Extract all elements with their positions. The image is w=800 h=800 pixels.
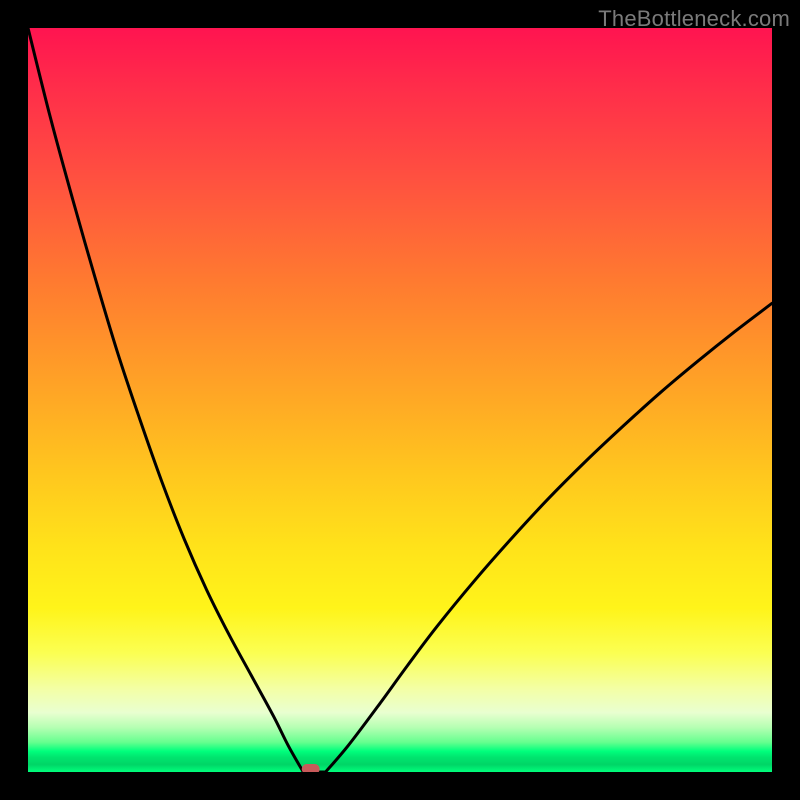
- chart-frame: TheBottleneck.com: [0, 0, 800, 800]
- chart-plot-area: [28, 28, 772, 772]
- watermark-text: TheBottleneck.com: [598, 6, 790, 32]
